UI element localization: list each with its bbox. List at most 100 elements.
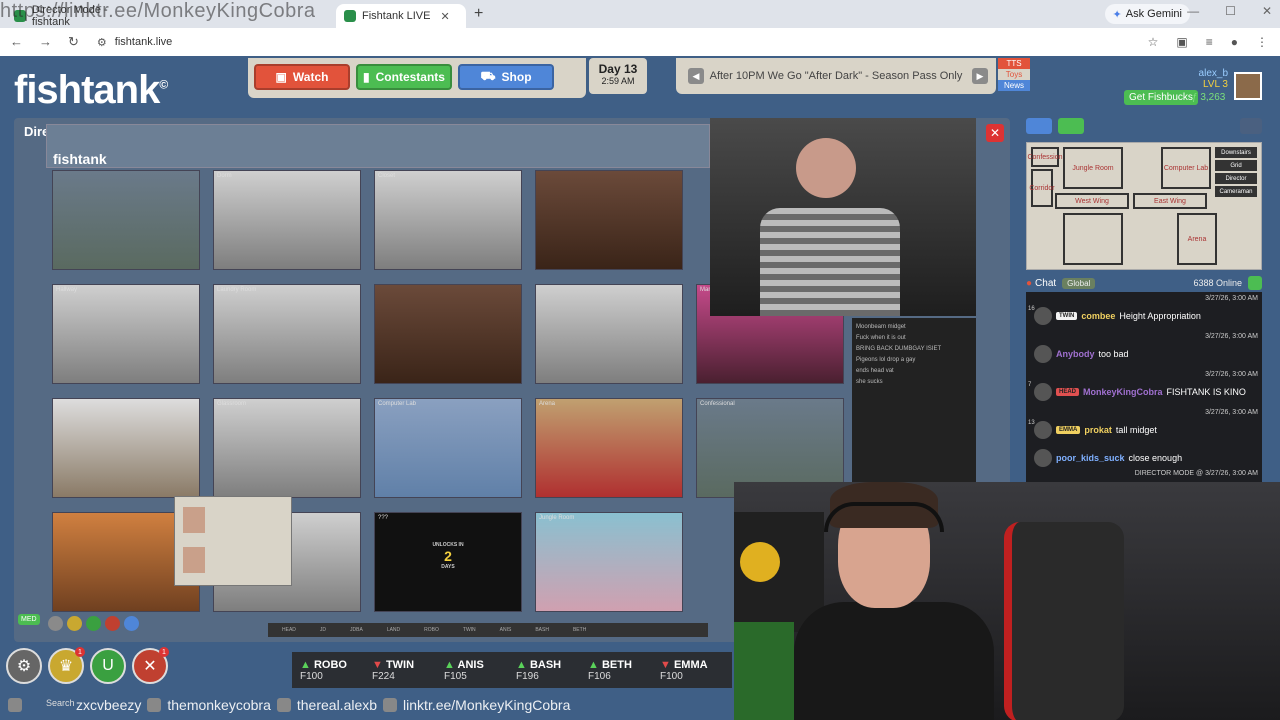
- map-room-arena[interactable]: Arena: [1177, 213, 1217, 265]
- camera-label: Hallway: [56, 287, 78, 293]
- magnet-icon[interactable]: U: [90, 648, 126, 684]
- chat-username[interactable]: MonkeyKingCobra: [1083, 387, 1163, 397]
- featured-camera[interactable]: [710, 118, 976, 316]
- camera-tile[interactable]: Arena: [535, 398, 683, 498]
- chat-avatar[interactable]: [1034, 383, 1052, 401]
- ticker-prev-icon[interactable]: ◀: [688, 68, 704, 84]
- map-room-confession[interactable]: Confession: [1027, 147, 1063, 167]
- camera-tile[interactable]: [374, 284, 522, 384]
- chat-avatar[interactable]: [1034, 307, 1052, 325]
- mini-icon[interactable]: [105, 616, 120, 631]
- tts-tag[interactable]: TTS: [998, 58, 1030, 69]
- contestant-face: [183, 547, 205, 573]
- chat-username[interactable]: Anybody: [1056, 349, 1095, 359]
- message-line: HEAD MonkeyKingCobra FISHTANK IS KINO: [1034, 380, 1258, 404]
- user-avatar[interactable]: [1234, 72, 1262, 100]
- contestants-button[interactable]: ▮ Contestants: [356, 64, 452, 90]
- ask-gemini-button[interactable]: ✦ Ask Gemini: [1104, 4, 1190, 24]
- taskbar-search[interactable]: Search: [46, 698, 75, 708]
- username[interactable]: alex_b: [1199, 68, 1228, 79]
- ticker-next-icon[interactable]: ▶: [972, 68, 988, 84]
- map-room-corridor[interactable]: Corridor: [1029, 169, 1055, 207]
- extensions-icon[interactable]: ▣: [1176, 35, 1187, 49]
- chat-avatar[interactable]: [1034, 345, 1052, 363]
- news-tag[interactable]: News: [998, 80, 1030, 91]
- collapse-panel-button[interactable]: [1240, 118, 1262, 134]
- chat-username[interactable]: prokat: [1084, 425, 1112, 435]
- strip-item: HEAD: [282, 627, 296, 633]
- camera-tile[interactable]: Jungle Room: [535, 512, 683, 612]
- contestant-mini-panel[interactable]: [174, 496, 292, 586]
- camera-tile[interactable]: Dorm: [213, 170, 361, 270]
- chat-settings-button[interactable]: [1248, 276, 1262, 290]
- map-room-jungle[interactable]: Jungle Room: [1063, 147, 1123, 189]
- mini-icon[interactable]: [86, 616, 101, 631]
- camera-tile[interactable]: Glassroom: [213, 398, 361, 498]
- score-item[interactable]: ▼ TWIN F224: [372, 659, 444, 682]
- get-fishbucks-button[interactable]: Get Fishbucks: [1124, 90, 1198, 105]
- bookmark-star-icon[interactable]: ☆: [1148, 35, 1159, 49]
- map-toggle-icon[interactable]: [1058, 118, 1084, 134]
- map-room-west-wing[interactable]: West Wing: [1055, 193, 1129, 209]
- cameraman-button[interactable]: Cameraman: [1215, 186, 1257, 197]
- camera-tile[interactable]: Computer Lab: [374, 398, 522, 498]
- strip-item: BETH: [572, 627, 587, 633]
- camera-tile[interactable]: Closet: [374, 170, 522, 270]
- chat-scope-toggle[interactable]: Global: [1062, 277, 1096, 289]
- message-timestamp: 3/27/26, 3:00 AM: [1205, 409, 1258, 416]
- wrench-icon[interactable]: ✕ 1: [132, 647, 169, 684]
- back-icon[interactable]: ←: [10, 34, 23, 50]
- score-item[interactable]: ▲ ANIS F105: [444, 659, 516, 682]
- media-icon[interactable]: ≡: [1206, 35, 1213, 49]
- gear-icon[interactable]: ⚙: [6, 648, 42, 684]
- user-level-number: 7: [1028, 382, 1032, 388]
- mini-icon[interactable]: [124, 616, 139, 631]
- map-room-east-wing[interactable]: East Wing: [1133, 193, 1207, 209]
- chat-avatar[interactable]: [1034, 421, 1052, 439]
- mini-icon[interactable]: [48, 616, 63, 631]
- new-tab-button[interactable]: +: [474, 5, 483, 23]
- grid-button[interactable]: Grid: [1215, 160, 1257, 171]
- forward-icon[interactable]: →: [39, 34, 52, 50]
- score-item[interactable]: ▲ BASH F196: [516, 659, 588, 682]
- close-window-icon[interactable]: ✕: [1262, 4, 1272, 18]
- url-field[interactable]: fishtank.live: [115, 36, 172, 48]
- strip-item: JD: [319, 627, 327, 633]
- camera-tile[interactable]: ??? UNLOCKS IN 2 DAYS: [374, 512, 522, 612]
- profile-avatar[interactable]: ●: [1231, 35, 1238, 49]
- close-tab-icon[interactable]: ✕: [440, 10, 449, 23]
- maximize-icon[interactable]: ☐: [1225, 4, 1236, 18]
- menu-icon[interactable]: ⋮: [1256, 35, 1268, 49]
- minimize-icon[interactable]: —: [1187, 4, 1199, 18]
- reload-icon[interactable]: ↻: [68, 34, 79, 50]
- message-timestamp: 3/27/26, 3:00 AM: [1205, 371, 1258, 378]
- contestant-badge: TWIN: [1056, 312, 1078, 320]
- crown-icon[interactable]: ♛ 1: [48, 647, 85, 684]
- map-room-computer-lab[interactable]: Computer Lab: [1161, 147, 1211, 189]
- chat-username[interactable]: combee: [1081, 311, 1115, 321]
- camera-tile[interactable]: [52, 170, 200, 270]
- score-item[interactable]: ▲ BETH F106: [588, 659, 660, 682]
- watch-button[interactable]: ▣ Watch: [254, 64, 350, 90]
- camera-tile[interactable]: [535, 284, 683, 384]
- tab-fishtank-live[interactable]: Fishtank LIVE ✕: [336, 4, 466, 28]
- fishtank-logo[interactable]: fishtank©: [14, 68, 168, 113]
- map-room-lower[interactable]: [1063, 213, 1123, 265]
- camera-toggle-icon[interactable]: [1026, 118, 1052, 134]
- director-button[interactable]: Director: [1215, 173, 1257, 184]
- score-item[interactable]: ▲ ROBO F100: [300, 659, 372, 682]
- camera-tile[interactable]: Hallway: [52, 284, 200, 384]
- shop-button[interactable]: ⛟ Shop: [458, 64, 554, 90]
- camera-tile[interactable]: [535, 170, 683, 270]
- score-item[interactable]: ▼ EMMA F100: [660, 659, 732, 682]
- close-director-button[interactable]: ✕: [986, 124, 1004, 142]
- downstairs-button[interactable]: Downstairs: [1215, 147, 1257, 158]
- site-info-icon[interactable]: ⚙: [97, 36, 107, 49]
- chat-avatar[interactable]: [1034, 449, 1052, 467]
- camera-tile[interactable]: [52, 398, 200, 498]
- contestant-scores: ▲ ROBO F100 ▼ TWIN F224 ▲ ANIS F105 ▲ BASH F196…: [292, 652, 732, 688]
- mini-icon[interactable]: [67, 616, 82, 631]
- toys-tag[interactable]: Toys: [998, 69, 1030, 80]
- camera-tile[interactable]: Laundry Room: [213, 284, 361, 384]
- chat-username[interactable]: poor_kids_suck: [1056, 453, 1125, 463]
